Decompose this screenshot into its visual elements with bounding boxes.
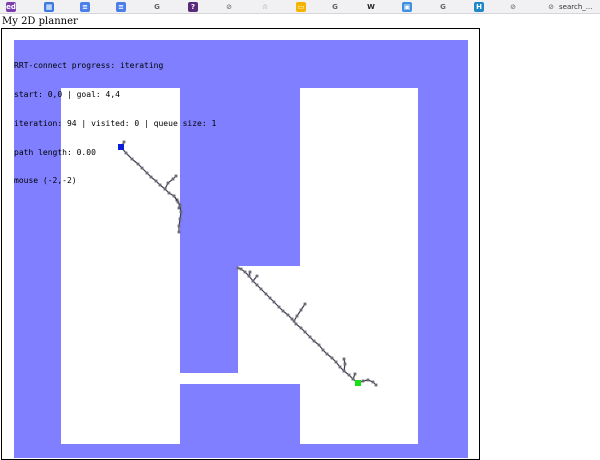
tree-node: [299, 326, 303, 330]
bookmark-item[interactable]: ed: [6, 1, 16, 12]
bookmark-item[interactable]: ⊘: [508, 1, 518, 12]
bookmark-item[interactable]: ▭: [296, 1, 306, 12]
goal-marker: [355, 380, 361, 386]
bookmark-item[interactable]: G: [438, 1, 448, 12]
tree-node: [351, 377, 355, 381]
tree-node: [321, 348, 325, 352]
bookmark-item[interactable]: G: [330, 1, 340, 12]
iteration-text: iteration: 94 | visited: 0 | queue size:…: [14, 118, 217, 128]
tree-node: [295, 314, 299, 318]
tree-node: [338, 365, 342, 369]
g-app-icon: G: [440, 2, 446, 11]
tree-node: [178, 217, 182, 221]
compass-icon: ⊘: [548, 2, 554, 11]
mouse-text: mouse (-2,-2): [14, 176, 77, 186]
tree-node: [259, 287, 263, 291]
tree-node: [312, 339, 316, 343]
tree-node: [374, 383, 378, 387]
tree-node: [371, 380, 375, 384]
tree-node: [277, 305, 281, 309]
tree-node: [303, 302, 307, 306]
ed-app-icon: ed: [6, 1, 16, 12]
tree-node: [361, 379, 365, 383]
slides-icon: ▭: [296, 1, 306, 12]
start-goal-text: start: 0,0 | goal: 4,4: [14, 89, 120, 99]
path-length-text: path length: 0.00: [14, 147, 96, 157]
tree-node: [236, 266, 240, 270]
google-icon: G: [154, 2, 160, 11]
bookmark-label: search_...: [559, 2, 593, 11]
compass-icon: ⊘: [510, 2, 516, 11]
tree-node: [179, 210, 183, 214]
google-icon: G: [332, 2, 338, 11]
tree-node: [330, 356, 334, 360]
bookmark-item[interactable]: ?: [188, 1, 198, 12]
progress-text: RRT-connect progress: iterating: [14, 61, 164, 71]
purple-app-icon: ?: [188, 1, 198, 12]
tree-node: [343, 362, 347, 366]
tree-node: [308, 335, 312, 339]
tree-node: [178, 204, 182, 208]
tree-node: [281, 309, 285, 313]
tree-node: [247, 274, 251, 278]
wikipedia-icon: W: [367, 2, 375, 11]
docs-icon: ≡: [80, 1, 90, 12]
tree-node: [342, 357, 346, 361]
tree-node: [239, 267, 243, 271]
compass-icon: ⊘: [226, 2, 232, 11]
tree-node: [353, 372, 357, 376]
star-icon: ☆: [261, 2, 269, 11]
bookmarks-bar: ed ▦ ≡ ≡ G? ⊘ ☆ ▭ G W ▣ G H ⊘ ⊘ search_...: [0, 0, 600, 14]
tree-node: [255, 283, 259, 287]
bookmark-item[interactable]: ☆: [260, 1, 270, 12]
page-title: My 2D planner: [2, 16, 78, 27]
bookmark-item[interactable]: G: [152, 1, 162, 12]
bookmark-item[interactable]: W: [366, 1, 376, 12]
free-region-center: [238, 266, 300, 384]
free-corridor: [180, 373, 238, 384]
tree-node: [264, 292, 268, 296]
tree-node: [299, 308, 303, 312]
app-icon: ▣: [402, 1, 412, 12]
bookmark-item[interactable]: H: [474, 1, 484, 12]
bookmark-item[interactable]: ⊘ search_...: [546, 1, 592, 12]
tree-node: [294, 322, 298, 326]
tree-node: [347, 373, 351, 377]
bookmark-item[interactable]: ≡: [80, 1, 90, 12]
tree-node: [292, 319, 296, 323]
tree-node: [342, 369, 346, 373]
tree-node: [177, 224, 181, 228]
tree-node: [325, 352, 329, 356]
tree-node: [251, 279, 255, 283]
bookmark-item[interactable]: ▦: [44, 1, 54, 12]
status-panel: RRT-connect progress: iterating start: 0…: [14, 42, 216, 196]
tree-node: [317, 343, 321, 347]
bookmark-item[interactable]: ▣: [402, 1, 412, 12]
tree-node: [268, 296, 272, 300]
docs-icon: ≡: [116, 1, 126, 12]
free-region-right: [300, 88, 418, 444]
calendar-icon: ▦: [44, 1, 54, 12]
tree-node: [255, 274, 259, 278]
tree-node: [286, 313, 290, 317]
bookmark-item[interactable]: ⊘: [224, 1, 234, 12]
bookmark-item[interactable]: ≡: [116, 1, 126, 12]
tree-node: [177, 230, 181, 234]
tree-node: [334, 360, 338, 364]
tree-node: [243, 270, 247, 274]
tree-node: [366, 378, 370, 382]
tree-node: [303, 330, 307, 334]
tree-node: [272, 300, 276, 304]
tree-node: [176, 200, 180, 204]
tree-node: [248, 270, 252, 274]
h-app-icon: H: [474, 1, 484, 12]
